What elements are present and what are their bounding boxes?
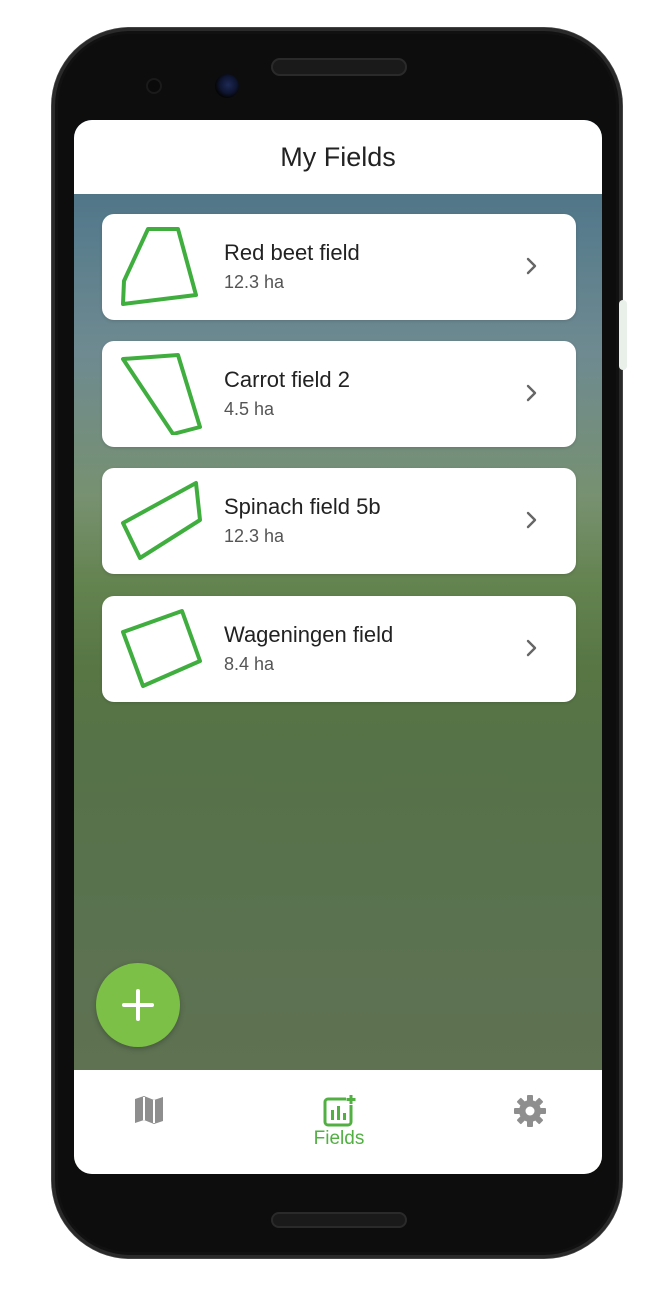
tab-map[interactable] bbox=[114, 1070, 184, 1174]
carrot-polygon-icon bbox=[121, 353, 202, 435]
phone-side-button bbox=[619, 300, 627, 370]
app-header: My Fields bbox=[74, 120, 602, 194]
field-name: Carrot field 2 bbox=[224, 367, 350, 392]
chevron-right-icon bbox=[526, 639, 537, 657]
gear-icon bbox=[514, 1095, 546, 1127]
field-card-red-beet[interactable]: Red beet field 12.3 ha bbox=[102, 214, 576, 320]
spinach-polygon-icon bbox=[121, 481, 202, 560]
field-area: 4.5 ha bbox=[224, 399, 275, 419]
tab-fields-label: Fields bbox=[313, 1128, 365, 1149]
phone-bottom-speaker bbox=[271, 1212, 407, 1228]
front-camera bbox=[215, 74, 239, 98]
page-title: My Fields bbox=[280, 141, 396, 172]
phone-sensor bbox=[148, 80, 160, 92]
bottom-tab-bar: Fields bbox=[74, 1070, 602, 1174]
chevron-right-icon bbox=[526, 511, 537, 529]
tab-settings[interactable] bbox=[494, 1070, 566, 1174]
red-beet-polygon-icon bbox=[121, 227, 198, 306]
field-card-carrot[interactable]: Carrot field 2 4.5 ha bbox=[102, 341, 576, 447]
add-field-button[interactable] bbox=[96, 963, 180, 1047]
field-name: Red beet field bbox=[224, 240, 360, 265]
map-icon bbox=[135, 1096, 163, 1124]
field-card-wageningen[interactable]: Wageningen field 8.4 ha bbox=[102, 596, 576, 702]
field-area: 8.4 ha bbox=[224, 654, 275, 674]
field-card-spinach[interactable]: Spinach field 5b 12.3 ha bbox=[102, 468, 576, 574]
chevron-right-icon bbox=[526, 384, 537, 402]
tab-fields[interactable]: Fields bbox=[298, 1070, 380, 1174]
field-area: 12.3 ha bbox=[224, 272, 285, 292]
app-screen: My Fields Red beet field 12.3 ha Carrot … bbox=[74, 120, 602, 1174]
phone-speaker bbox=[271, 58, 407, 76]
field-area: 12.3 ha bbox=[224, 526, 285, 546]
fields-chart-icon bbox=[323, 1094, 356, 1127]
plus-icon bbox=[122, 989, 154, 1021]
wageningen-polygon-icon bbox=[121, 609, 202, 688]
field-name: Wageningen field bbox=[224, 622, 394, 647]
chevron-right-icon bbox=[526, 257, 537, 275]
field-name: Spinach field 5b bbox=[224, 494, 381, 519]
